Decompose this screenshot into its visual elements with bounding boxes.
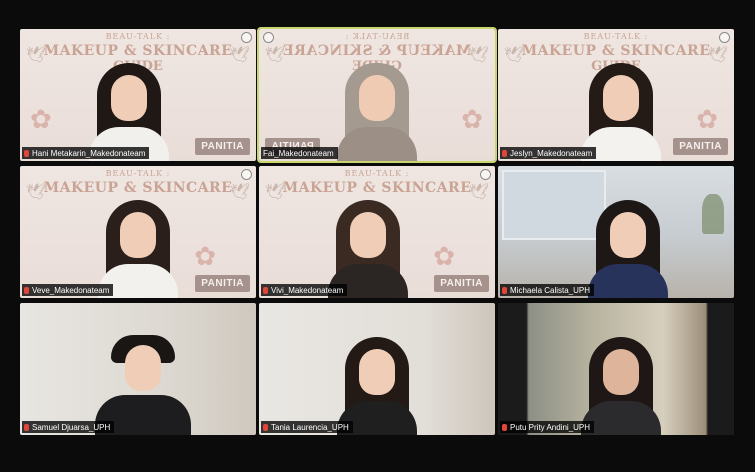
- participant-name: Samuel Djuarsa_UPH: [32, 422, 111, 432]
- participant-video: [335, 57, 419, 161]
- flower-icon: ✿: [194, 241, 216, 271]
- participant-name: Putu Prity Andini_UPH: [510, 422, 591, 432]
- participant-video: [96, 194, 180, 298]
- participant-name-label: Michaela Calista_UPH: [500, 284, 595, 296]
- participant-video: [579, 57, 663, 161]
- participant-video: [94, 331, 191, 435]
- banner-title-line1: BEAU-TALK :: [105, 32, 171, 41]
- panitia-badge: PANITIA: [195, 138, 250, 155]
- participant-tile-4[interactable]: BEAU-TALK : MAKEUP & SKINCARE 🕊 🕊 ✿ PANI…: [20, 166, 256, 298]
- participant-tile-5[interactable]: BEAU-TALK : MAKEUP & SKINCARE 🕊 🕊 ✿ PANI…: [259, 166, 495, 298]
- participant-name: Hani Metakarin_Makedonateam: [32, 148, 146, 158]
- mic-muted-icon: [24, 423, 29, 431]
- participant-tile-6[interactable]: Michaela Calista_UPH: [498, 166, 734, 298]
- banner-title-line1: BEAU-TALK :: [583, 32, 649, 41]
- bird-icon: 🕊: [265, 184, 286, 201]
- participant-name-label: Veve_Makedonateam: [22, 284, 114, 296]
- participant-tile-2[interactable]: BEAU-TALK : MAKEUP & SKINCARE GUIDE PANI…: [257, 27, 497, 163]
- participant-name-label: Putu Prity Andini_UPH: [500, 421, 595, 433]
- bird-icon: 🕊: [26, 47, 47, 64]
- mic-muted-icon: [502, 149, 507, 157]
- mic-muted-icon: [502, 286, 507, 294]
- participant-video: [579, 331, 663, 435]
- bird-icon: 🕊: [707, 47, 728, 64]
- panitia-badge: PANITIA: [673, 138, 728, 155]
- participant-name: Michaela Calista_UPH: [510, 285, 591, 295]
- flower-icon: ✿: [696, 104, 718, 134]
- participant-name-label: Tania Laurencia_UPH: [261, 421, 353, 433]
- participant-name-label: Vivi_Makedonateam: [261, 284, 348, 296]
- participant-name: Fai_Makedonateam: [263, 148, 334, 158]
- participant-name: Jeslyn_Makedonateam: [510, 148, 593, 158]
- bird-icon: 🕊: [26, 184, 47, 201]
- participant-tile-1[interactable]: BEAU-TALK : MAKEUP & SKINCARE GUIDE 🕊 🕊 …: [20, 29, 256, 161]
- participant-name-label: Jeslyn_Makedonateam: [500, 147, 597, 159]
- bird-icon: 🕊: [265, 47, 286, 64]
- flower-icon: ✿: [461, 104, 483, 134]
- participant-tile-8[interactable]: Tania Laurencia_UPH: [259, 303, 495, 435]
- participant-video: [586, 194, 670, 298]
- bird-icon: 🕊: [504, 47, 525, 64]
- participant-tile-3[interactable]: BEAU-TALK : MAKEUP & SKINCARE GUIDE 🕊 🕊 …: [498, 29, 734, 161]
- participant-name: Vivi_Makedonateam: [271, 285, 344, 295]
- mic-muted-icon: [263, 286, 268, 294]
- panitia-badge: PANITIA: [195, 275, 250, 292]
- panitia-badge: PANITIA: [434, 275, 489, 292]
- participant-video: [87, 57, 171, 161]
- participant-video: [326, 194, 410, 298]
- participant-tile-7[interactable]: Samuel Djuarsa_UPH: [20, 303, 256, 435]
- bird-icon: 🕊: [468, 47, 489, 64]
- participant-name-label: Hani Metakarin_Makedonateam: [22, 147, 150, 159]
- bird-icon: 🕊: [229, 47, 250, 64]
- banner-title-line1: BEAU-TALK :: [344, 32, 410, 41]
- mic-muted-icon: [263, 423, 268, 431]
- participant-name-label: Samuel Djuarsa_UPH: [22, 421, 115, 433]
- mic-muted-icon: [24, 149, 29, 157]
- bird-icon: 🕊: [229, 184, 250, 201]
- logo-icon: [241, 32, 252, 43]
- participant-name-label: Fai_Makedonateam: [261, 147, 338, 159]
- flower-icon: ✿: [433, 241, 455, 271]
- participant-video: [335, 331, 419, 435]
- bird-icon: 🕊: [468, 184, 489, 201]
- logo-icon: [241, 169, 252, 180]
- mic-muted-icon: [24, 286, 29, 294]
- participant-name: Veve_Makedonateam: [32, 285, 110, 295]
- plant: [702, 194, 724, 234]
- flower-icon: ✿: [30, 104, 52, 134]
- banner-title-line1: BEAU-TALK :: [105, 169, 171, 178]
- participant-name: Tania Laurencia_UPH: [271, 422, 349, 432]
- logo-icon: [263, 32, 274, 43]
- participant-tile-9[interactable]: Putu Prity Andini_UPH: [498, 303, 734, 435]
- logo-icon: [719, 32, 730, 43]
- logo-icon: [480, 169, 491, 180]
- banner-title-line1: BEAU-TALK :: [344, 169, 410, 178]
- mic-muted-icon: [502, 423, 507, 431]
